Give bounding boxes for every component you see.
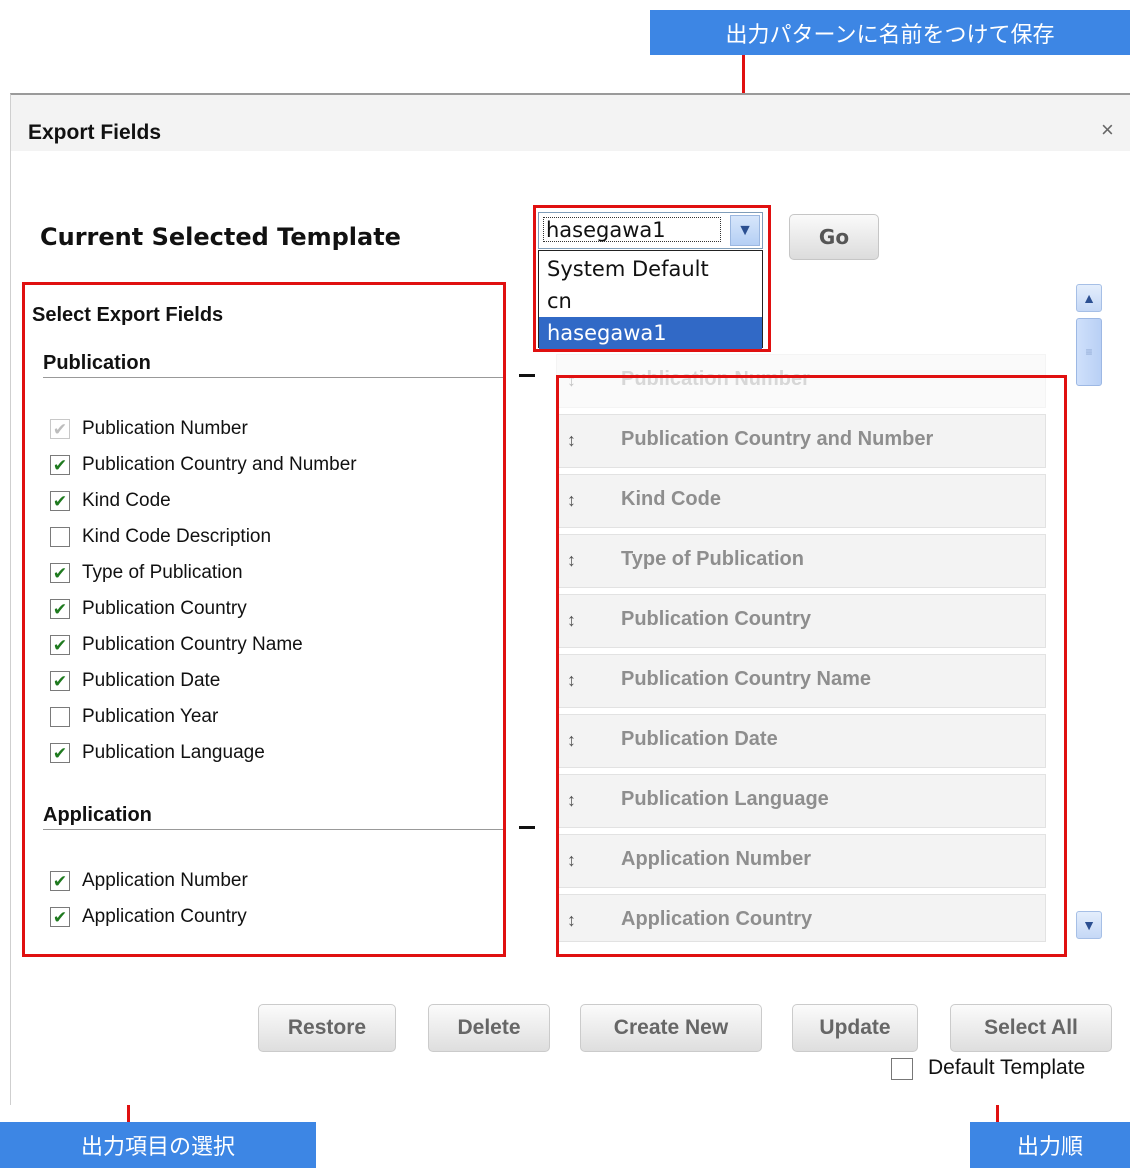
dialog-header: Export Fields × [11, 95, 1130, 151]
current-template-label: Current Selected Template [40, 223, 401, 251]
scroll-up-button[interactable]: ▲ [1076, 284, 1102, 312]
default-template-checkbox[interactable] [891, 1058, 913, 1080]
default-template-label: Default Template [928, 1056, 1086, 1079]
scroll-down-button[interactable]: ▼ [1076, 911, 1102, 939]
select-all-button[interactable]: Select All [950, 1004, 1112, 1052]
scrollbar-thumb[interactable]: ≡ [1076, 318, 1102, 386]
callout-select-fields: 出力項目の選択 [0, 1122, 316, 1168]
highlight-output-order [556, 375, 1067, 957]
highlight-select-fields [22, 282, 506, 957]
update-button[interactable]: Update [792, 1004, 918, 1052]
close-icon[interactable]: × [1101, 117, 1114, 143]
collapse-application-icon[interactable] [519, 826, 535, 829]
collapse-publication-icon[interactable] [519, 374, 535, 377]
delete-button[interactable]: Delete [428, 1004, 550, 1052]
callout-save-pattern: 出力パターンに名前をつけて保存 [650, 10, 1130, 55]
dialog-title: Export Fields [28, 121, 162, 144]
go-button[interactable]: Go [789, 214, 879, 260]
restore-button[interactable]: Restore [258, 1004, 396, 1052]
create-new-button[interactable]: Create New [580, 1004, 762, 1052]
highlight-template-select [533, 205, 771, 352]
callout-output-order: 出力順 [970, 1122, 1130, 1168]
